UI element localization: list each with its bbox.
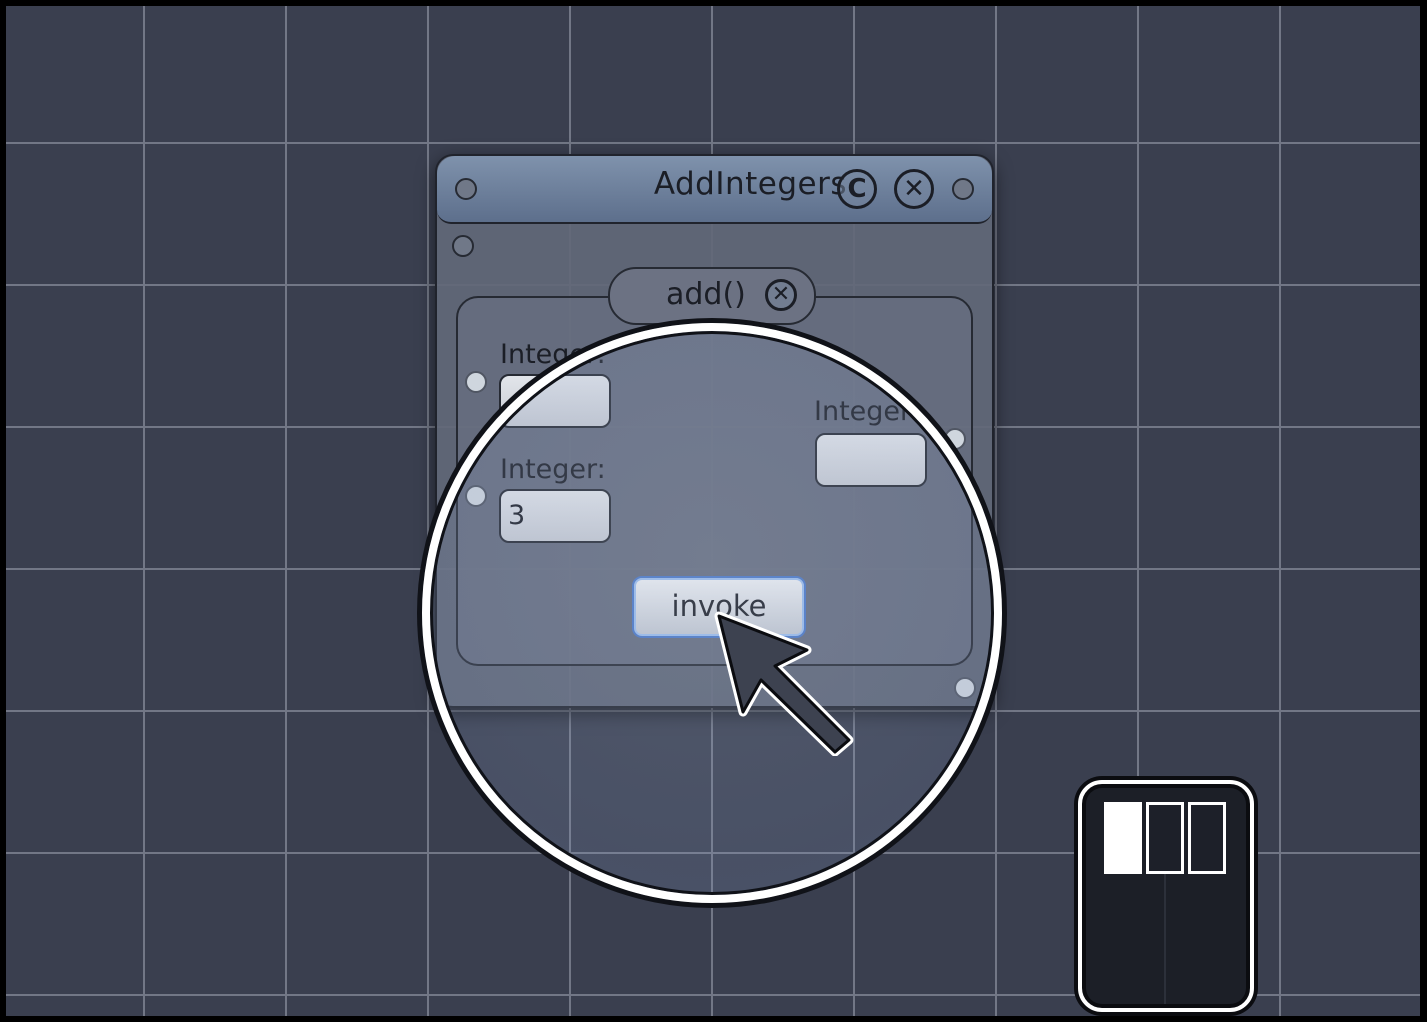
result-output <box>815 433 927 487</box>
param2-label: Integer: <box>500 454 606 485</box>
connector-icon[interactable] <box>954 677 976 699</box>
workflow-canvas[interactable]: AddIntegers C ✕ add() ✕ Integer: Integer… <box>6 6 1420 1016</box>
connector-icon[interactable] <box>452 235 474 257</box>
method-tab[interactable]: add() ✕ <box>608 267 816 325</box>
param1-label: Integer: <box>500 339 606 370</box>
minimap-slot-2[interactable] <box>1146 802 1184 874</box>
connector-icon[interactable] <box>465 485 487 507</box>
object-title: AddIntegers <box>653 166 847 202</box>
arrow-cursor-icon <box>714 611 854 756</box>
param1-input[interactable] <box>499 374 611 428</box>
method-label: add() <box>666 277 746 312</box>
method-close-icon[interactable]: ✕ <box>765 279 797 311</box>
minimap[interactable] <box>1078 780 1254 1012</box>
workspace-frame: AddIntegers C ✕ add() ✕ Integer: Integer… <box>0 0 1427 1022</box>
param2-input[interactable]: 3 <box>499 489 611 543</box>
connector-icon[interactable] <box>952 178 974 200</box>
minimap-divider <box>1164 874 1166 1004</box>
compile-icon[interactable]: C <box>837 169 877 209</box>
result-label: Integer: <box>814 396 920 427</box>
minimap-slot-3[interactable] <box>1188 802 1226 874</box>
object-titlebar[interactable]: AddIntegers C ✕ <box>437 156 992 224</box>
connector-icon[interactable] <box>455 178 477 200</box>
connector-icon[interactable] <box>944 428 966 450</box>
minimap-slot-1[interactable] <box>1104 802 1142 874</box>
connector-icon[interactable] <box>465 371 487 393</box>
close-icon[interactable]: ✕ <box>894 169 934 209</box>
